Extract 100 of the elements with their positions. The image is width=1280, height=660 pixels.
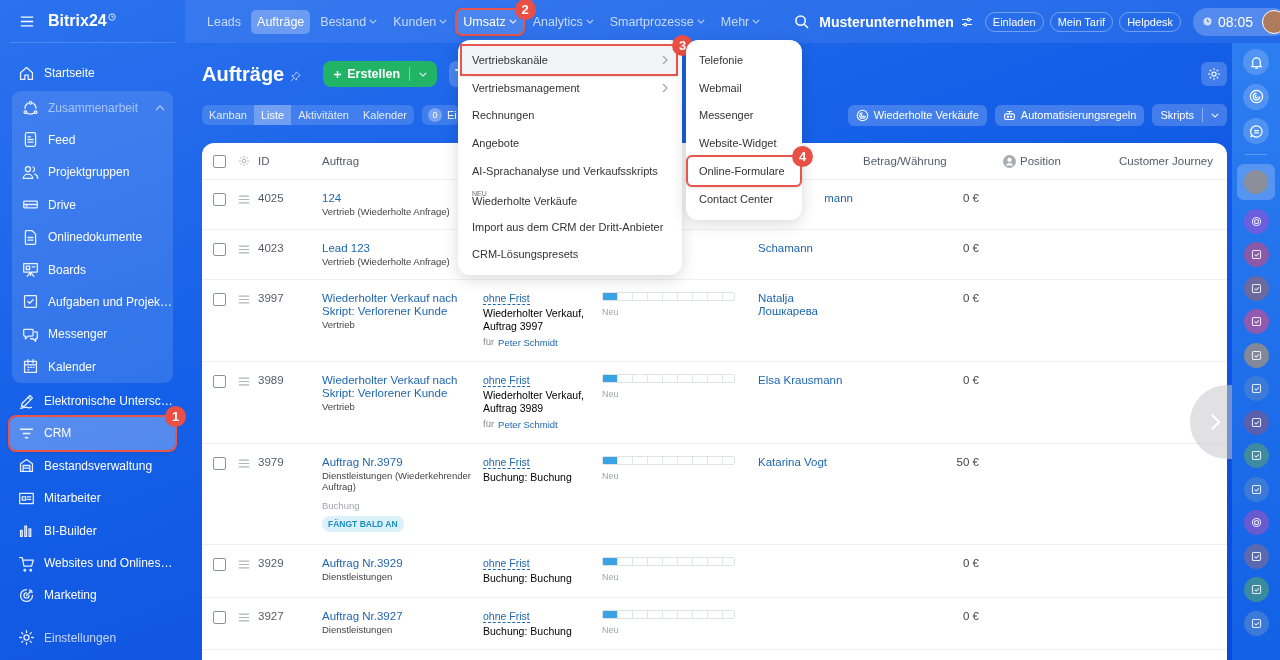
sidebar-item[interactable]: Feed (14, 123, 171, 157)
order-link[interactable]: 124 (322, 192, 342, 205)
checkbox[interactable] (213, 293, 226, 306)
search-icon[interactable] (794, 14, 810, 29)
nav-tab[interactable]: Kunden (387, 9, 454, 34)
menu-icon[interactable] (20, 15, 34, 27)
sidebar-item[interactable]: Aufgaben und Projek… (14, 285, 171, 319)
nav-tab[interactable]: Bestand (314, 9, 384, 34)
task-icon[interactable] (1243, 342, 1269, 368)
column-header[interactable]: Customer Journey (1119, 155, 1227, 167)
sidebar-item[interactable]: Bestandsverwaltung (10, 449, 175, 483)
sliders-icon[interactable] (960, 16, 973, 27)
menu-item[interactable]: Vertriebskanäle (462, 46, 676, 74)
assignee-link[interactable]: Peter Schmidt (498, 336, 558, 349)
client-link[interactable]: Natalja Лошкарева (758, 292, 853, 318)
view-tab[interactable]: Kalender (355, 105, 414, 125)
checkbox[interactable] (213, 193, 226, 206)
stage-progress-bar[interactable] (602, 557, 735, 566)
chat-button[interactable] (1243, 118, 1269, 144)
column-header[interactable]: Betrag/Währung (863, 155, 987, 167)
checkbox[interactable] (213, 610, 226, 624)
sidebar-item[interactable]: Kalender (14, 350, 171, 383)
assignee-link[interactable]: Peter Schmidt (498, 418, 558, 431)
sidebar-item[interactable]: Websites und Onlines… (10, 546, 175, 580)
menu-item[interactable]: CRM-Lösungspresets (458, 240, 682, 269)
task-icon[interactable] (1243, 309, 1269, 334)
task-icon[interactable] (1243, 443, 1269, 468)
time-pill[interactable]: 08:05 (1193, 7, 1280, 36)
drag-handle-icon[interactable] (238, 377, 250, 386)
task-icon[interactable] (1243, 610, 1269, 636)
next-page-button[interactable] (1190, 385, 1232, 459)
task-icon[interactable] (1243, 476, 1269, 502)
checkbox[interactable] (213, 558, 226, 571)
checkbox[interactable] (213, 375, 226, 388)
submenu-item[interactable]: Contact Center (686, 185, 802, 213)
task-icon[interactable] (1243, 409, 1269, 435)
app-logo[interactable]: Bitrix24 (48, 12, 107, 30)
nav-tab[interactable]: Smartprozesse (603, 9, 711, 34)
column-header[interactable]: Position (1020, 155, 1061, 167)
drag-handle-icon[interactable] (238, 245, 250, 254)
menu-item[interactable]: Rechnungen (458, 101, 682, 130)
task-icon[interactable] (1243, 543, 1269, 569)
company-name[interactable]: Musterunternehmen (819, 13, 954, 30)
view-tab[interactable]: Aktivitäten (291, 105, 356, 125)
menu-item[interactable]: Angebote (458, 129, 682, 158)
nav-tab[interactable]: Mehr (714, 9, 767, 34)
drag-handle-icon[interactable] (238, 459, 250, 468)
menu-item[interactable]: AI-Sprachanalyse und Verkaufsskripts (458, 157, 682, 185)
order-link[interactable]: Lead 123 (322, 242, 370, 255)
avatar-tile[interactable] (1237, 164, 1275, 200)
order-link[interactable]: Auftrag Nr.3929 (322, 557, 403, 570)
column-header[interactable]: ID (258, 155, 322, 167)
pin-icon[interactable] (290, 70, 302, 82)
order-link[interactable]: Auftrag Nr.3979 (322, 456, 403, 469)
nav-tab[interactable]: Umsatz (457, 9, 523, 34)
deadline-link[interactable]: ohne Frist (483, 292, 530, 305)
sidebar-item[interactable]: Mitarbeiter (10, 482, 175, 515)
client-link[interactable]: Katarina Vogt (758, 456, 828, 469)
action-button[interactable]: Wiederholte Verkäufe (847, 104, 987, 126)
stage-progress-bar[interactable] (602, 374, 735, 383)
sidebar-item[interactable]: Onlinedokumente (14, 220, 171, 254)
checkbox[interactable] (213, 457, 226, 470)
task-icon[interactable] (1243, 376, 1269, 401)
spiral-icon[interactable] (1243, 208, 1269, 234)
drag-handle-icon[interactable] (238, 295, 250, 304)
scripts-button[interactable]: Skripts (1152, 104, 1227, 126)
deadline-link[interactable]: ohne Frist (483, 557, 530, 570)
stage-progress-bar[interactable] (602, 456, 735, 465)
sidebar-item[interactable]: Boards (14, 253, 171, 286)
copilot-button[interactable] (1243, 83, 1269, 110)
action-button[interactable]: Automatisierungsregeln (994, 104, 1145, 126)
stage-progress-bar[interactable] (602, 609, 735, 619)
drag-handle-icon[interactable] (238, 195, 250, 204)
order-link[interactable]: Wiederholter Verkauf nach Skript: Verlorener Kunde (322, 292, 473, 318)
client-link[interactable]: Elsa Krausmann (758, 374, 843, 387)
deadline-link[interactable]: ohne Frist (483, 374, 530, 387)
sidebar-item[interactable]: BI-Builder (10, 514, 175, 547)
nav-tab[interactable]: Leads (201, 9, 248, 34)
sidebar-item[interactable]: Messenger (14, 318, 171, 351)
avatar-placeholder[interactable] (1262, 9, 1280, 34)
menu-item[interactable]: Import aus dem CRM der Dritt-Anbieter (458, 212, 682, 241)
sidebar-item[interactable]: Marketing (10, 579, 175, 612)
checkbox[interactable] (213, 155, 226, 168)
drag-handle-icon[interactable] (238, 560, 250, 569)
deadline-link[interactable]: ohne Frist (483, 456, 530, 469)
settings-button[interactable] (1201, 62, 1227, 86)
view-tab[interactable]: Kanban (202, 105, 254, 125)
sidebar-item[interactable]: Projektgruppen (14, 156, 171, 189)
client-link[interactable]: mann (824, 192, 853, 205)
task-icon[interactable] (1243, 577, 1269, 602)
client-link[interactable]: Schamann (758, 242, 813, 255)
sidebar-item[interactable]: Drive (14, 188, 171, 221)
settings-link[interactable]: Einstellungen (10, 621, 175, 654)
sidebar-item[interactable]: Startseite (10, 57, 175, 90)
counter-pill[interactable]: 0 Ei (422, 105, 459, 125)
checkbox[interactable] (213, 243, 226, 256)
notification-button[interactable] (1243, 49, 1269, 75)
order-link[interactable]: Auftrag Nr.3927 (322, 609, 403, 623)
task-icon[interactable] (1243, 275, 1269, 301)
stage-progress-bar[interactable] (602, 292, 735, 301)
